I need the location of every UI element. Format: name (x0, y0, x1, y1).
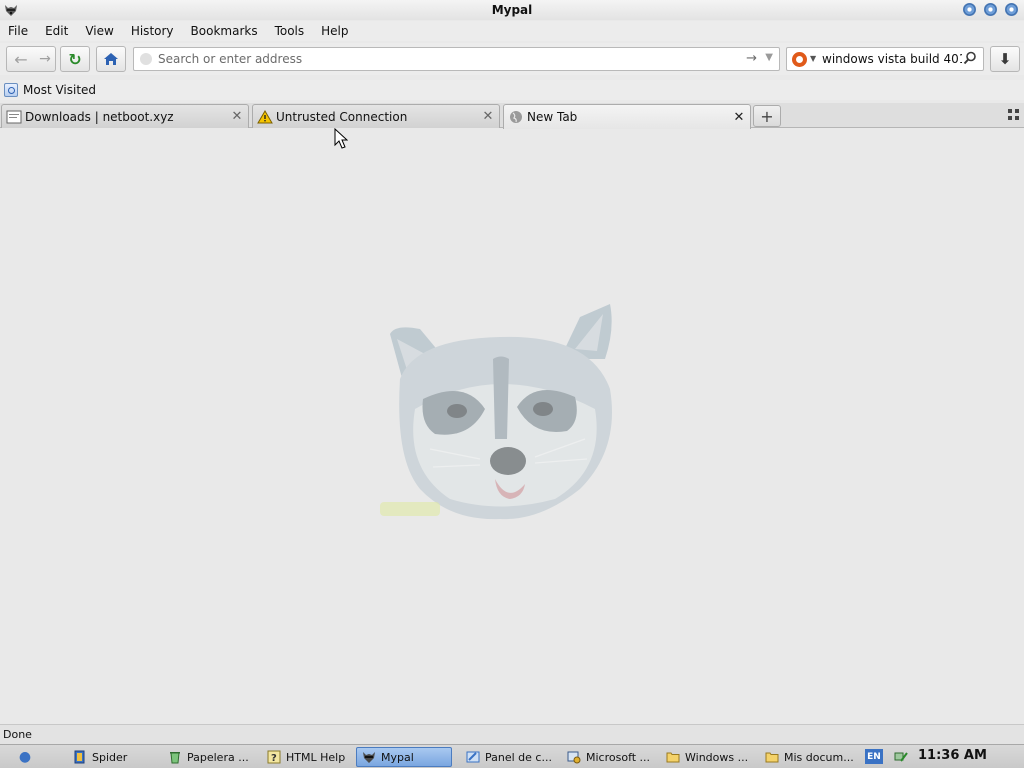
taskbar-item-label: Mypal (381, 750, 414, 764)
microsoft-icon (567, 751, 581, 764)
apple-icon: ● (18, 749, 32, 765)
reload-button[interactable]: ↻ (60, 46, 90, 72)
taskbar-item-label: Spider (92, 750, 128, 764)
menu-view[interactable]: View (85, 24, 113, 38)
chevron-down-icon[interactable]: ▼ (765, 52, 773, 63)
tab-downloads[interactable]: Downloads | netboot.xyz ✕ (1, 104, 249, 128)
language-indicator[interactable]: EN (865, 749, 883, 764)
menu-bookmarks[interactable]: Bookmarks (191, 24, 258, 38)
engine-dropdown-icon[interactable]: ▼ (810, 54, 816, 63)
forward-arrow-icon: → (39, 51, 51, 67)
taskbar-item-html-help[interactable]: ? HTML Help (262, 747, 354, 767)
bookmark-label: Most Visited (23, 83, 97, 97)
search-input[interactable] (822, 50, 962, 68)
status-bar: Done (0, 724, 1024, 744)
close-icon[interactable]: ✕ (732, 110, 746, 125)
raccoon-icon[interactable] (3, 2, 19, 18)
downloads-button[interactable]: ⬇ (990, 46, 1020, 72)
home-icon (104, 53, 118, 65)
status-text: Done (3, 728, 32, 741)
folder-icon (666, 752, 680, 763)
taskbar-item-papelera[interactable]: Papelera ... (163, 747, 255, 767)
close-button[interactable] (1005, 3, 1018, 16)
download-arrow-icon: ⬇ (998, 50, 1012, 68)
navigation-toolbar: ← → ↻ → ▼ ▼ ⬇ (0, 43, 1024, 75)
taskbar-item-panel-de-control[interactable]: Panel de c... (461, 747, 556, 767)
tab-new-tab[interactable]: New Tab ✕ (503, 104, 751, 129)
taskbar-item-label: HTML Help (286, 750, 346, 764)
back-forward-group: ← → (6, 46, 56, 72)
go-arrow-icon[interactable]: → (746, 51, 757, 66)
tab-groups-button[interactable] (1008, 109, 1020, 121)
folder-icon (765, 752, 779, 763)
taskbar-item-label: Microsoft ... (586, 750, 651, 764)
maximize-button[interactable] (984, 3, 997, 16)
window-controls (963, 3, 1018, 16)
menu-file[interactable]: File (8, 24, 28, 38)
svg-text:?: ? (271, 753, 277, 764)
reload-icon: ↻ (68, 49, 82, 69)
bookmark-most-visited[interactable]: Most Visited (4, 83, 96, 97)
taskbar-item-microsoft[interactable]: Microsoft ... (562, 747, 657, 767)
taskbar-item-mypal[interactable]: Mypal (356, 747, 452, 767)
clock[interactable]: 11:36 AM (918, 748, 987, 763)
globe-icon (510, 111, 522, 123)
address-bar[interactable]: → ▼ (133, 47, 780, 71)
plus-icon: + (760, 106, 774, 126)
taskbar-item-label: Panel de c... (485, 750, 552, 764)
menu-edit[interactable]: Edit (45, 24, 68, 38)
back-button[interactable]: ← (9, 48, 33, 70)
raccoon-icon (363, 752, 375, 763)
taskbar-item-mis-documentos[interactable]: Mis docum... (760, 747, 855, 767)
start-button[interactable]: ● (16, 749, 34, 765)
tab-untrusted-connection[interactable]: Untrusted Connection ✕ (252, 104, 500, 128)
new-tab-button[interactable]: + (753, 105, 781, 127)
menu-bar: File Edit View History Bookmarks Tools H… (0, 21, 1024, 41)
taskbar-item-windows[interactable]: Windows ... (661, 747, 756, 767)
help-icon: ? (267, 750, 281, 764)
forward-button[interactable]: → (35, 48, 55, 70)
taskbar: ● Spider Papelera ... ? HTML Help Mypal (0, 744, 1024, 768)
minimize-button[interactable] (963, 3, 976, 16)
menu-history[interactable]: History (131, 24, 174, 38)
window-title: Mypal (491, 3, 533, 17)
menu-help[interactable]: Help (321, 24, 348, 38)
taskbar-item-label: Windows ... (685, 750, 749, 764)
bookmarks-toolbar: Most Visited (0, 80, 1024, 100)
recycle-bin-icon (170, 752, 180, 764)
page-content (0, 129, 1024, 724)
tab-label: Untrusted Connection (276, 109, 408, 124)
network-tray-icon[interactable] (893, 749, 909, 765)
search-bar[interactable]: ▼ (786, 47, 984, 71)
taskbar-item-spider[interactable]: Spider (68, 747, 158, 767)
back-arrow-icon: ← (14, 49, 28, 69)
search-icon[interactable] (963, 51, 977, 65)
page-identity-icon[interactable] (140, 53, 152, 65)
title-bar: Mypal (0, 0, 1024, 20)
raccoon-logo (380, 304, 612, 520)
address-input[interactable] (158, 50, 718, 68)
tab-label: Downloads | netboot.xyz (25, 109, 174, 124)
spider-solitaire-icon (74, 750, 85, 764)
taskbar-item-label: Papelera ... (187, 750, 249, 764)
most-visited-icon (4, 83, 18, 97)
tab-strip: Downloads | netboot.xyz ✕ Untrusted Conn… (0, 103, 1024, 129)
close-icon[interactable]: ✕ (230, 109, 244, 124)
close-icon[interactable]: ✕ (481, 109, 495, 124)
home-button[interactable] (96, 46, 126, 72)
warning-icon (257, 109, 273, 123)
taskbar-item-label: Mis docum... (784, 750, 854, 764)
tab-label: New Tab (527, 110, 578, 124)
page-icon (6, 110, 22, 123)
control-panel-icon (466, 751, 480, 763)
menu-tools[interactable]: Tools (275, 24, 305, 38)
duckduckgo-icon[interactable] (792, 52, 807, 67)
